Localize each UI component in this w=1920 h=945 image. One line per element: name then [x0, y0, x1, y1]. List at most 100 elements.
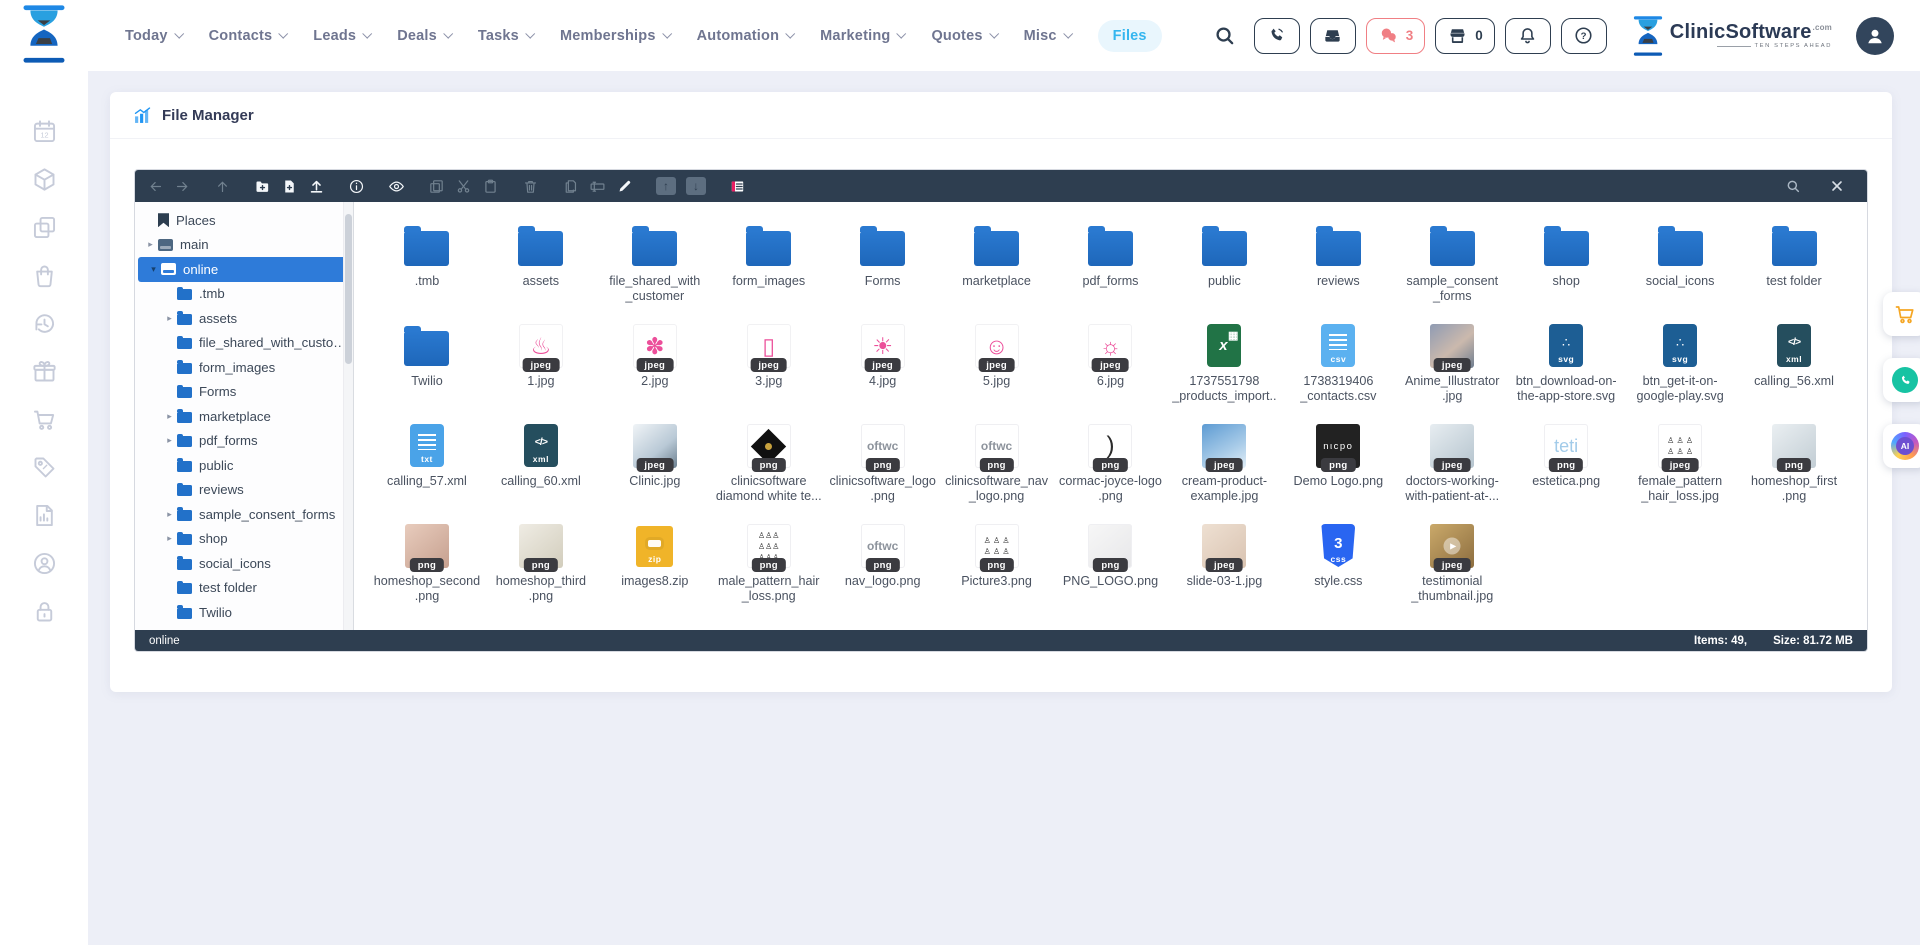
- file-item[interactable]: </>xmlcalling_60.xml: [484, 410, 598, 507]
- toolbar-back-button[interactable]: [147, 178, 164, 195]
- file-item[interactable]: zipimages8.zip: [598, 510, 712, 607]
- nav-item-memberships[interactable]: Memberships: [560, 28, 670, 44]
- sidebar-calendar-icon[interactable]: 12: [31, 118, 58, 145]
- tree-scrollbar-thumb[interactable]: [345, 214, 352, 364]
- tree-arrow[interactable]: ▸: [162, 509, 177, 520]
- file-item[interactable]: ∴svgbtn_get-it-on- google-play.svg: [1623, 310, 1737, 407]
- nav-item-tasks[interactable]: Tasks: [478, 28, 533, 44]
- sidebar-report-icon[interactable]: [31, 502, 58, 529]
- toolbar-close-icon[interactable]: [1829, 178, 1845, 194]
- file-item[interactable]: jpegAnime_Illustrator .jpg: [1395, 310, 1509, 407]
- file-item[interactable]: ∴svgbtn_download-on- the-app-store.svg: [1509, 310, 1623, 407]
- inbox-button[interactable]: [1310, 18, 1356, 54]
- file-item[interactable]: 3cssstyle.css: [1281, 510, 1395, 607]
- file-item[interactable]: csv1738319406 _contacts.csv: [1281, 310, 1395, 407]
- toolbar-upload-button[interactable]: [308, 178, 325, 195]
- file-item[interactable]: oftwcpngclinicsoftware_logo .png: [826, 410, 940, 507]
- nav-item-leads[interactable]: Leads: [313, 28, 370, 44]
- toolbar-cut-button[interactable]: [455, 178, 472, 195]
- tree-item-assets[interactable]: ▸assets: [135, 306, 353, 331]
- file-item[interactable]: assets: [484, 210, 598, 307]
- file-item[interactable]: jpegClinic.jpg: [598, 410, 712, 507]
- search-icon[interactable]: [1213, 24, 1236, 47]
- file-item[interactable]: ♙♙♙ ♙♙♙ ♙♙♙pngmale_pattern_hair _loss.pn…: [712, 510, 826, 607]
- phone-button[interactable]: [1254, 18, 1300, 54]
- nav-item-today[interactable]: Today: [125, 28, 182, 44]
- chat-button[interactable]: 3: [1366, 18, 1426, 54]
- file-item[interactable]: ▯jpeg3.jpg: [712, 310, 826, 407]
- file-item[interactable]: tetipngestetica.png: [1509, 410, 1623, 507]
- nav-item-quotes[interactable]: Quotes: [931, 28, 996, 44]
- toolbar-edit-button[interactable]: [616, 178, 633, 195]
- sidebar-cart-icon[interactable]: [31, 406, 58, 433]
- toolbar-forward-button[interactable]: [174, 178, 191, 195]
- notifications-button[interactable]: [1505, 18, 1551, 54]
- tree-item-sample_consent_forms[interactable]: ▸sample_consent_forms: [135, 502, 353, 527]
- user-avatar[interactable]: [1856, 17, 1894, 55]
- file-item[interactable]: pnghomeshop_third .png: [484, 510, 598, 607]
- nav-item-marketing[interactable]: Marketing: [820, 28, 904, 44]
- tree-item-shop[interactable]: ▸shop: [135, 527, 353, 552]
- file-item[interactable]: .tmb: [370, 210, 484, 307]
- file-item[interactable]: shop: [1509, 210, 1623, 307]
- file-item[interactable]: jpegdoctors-working- with-patient-at-...: [1395, 410, 1509, 507]
- floating-cart-button[interactable]: [1883, 292, 1920, 336]
- nav-item-files[interactable]: Files: [1098, 20, 1162, 52]
- file-item[interactable]: pngclinicsoftware diamond white te...: [712, 410, 826, 507]
- help-button[interactable]: ?: [1561, 18, 1607, 54]
- tree-item-places[interactable]: Places: [135, 208, 353, 233]
- toolbar-delete-button[interactable]: [522, 178, 539, 195]
- file-item[interactable]: jpegcream-product- example.jpg: [1167, 410, 1281, 507]
- file-item[interactable]: nιcpopngDemo Logo.png: [1281, 410, 1395, 507]
- file-item[interactable]: pdf_forms: [1054, 210, 1168, 307]
- sidebar-account-icon[interactable]: [31, 550, 58, 577]
- tree-item-social_icons[interactable]: social_icons: [135, 551, 353, 576]
- file-item[interactable]: file_shared_with _customer: [598, 210, 712, 307]
- file-item[interactable]: jpegslide-03-1.jpg: [1167, 510, 1281, 607]
- tree-scrollbar[interactable]: [343, 202, 353, 630]
- toolbar-copy-button[interactable]: [428, 178, 445, 195]
- tree-item-reviews[interactable]: reviews: [135, 478, 353, 503]
- tree-arrow[interactable]: ▸: [162, 313, 177, 324]
- file-item[interactable]: x▦1737551798 _products_import..: [1167, 310, 1281, 407]
- brand-logo[interactable]: ClinicSoftware.com TEN STEPS AHEAD: [1633, 16, 1832, 56]
- file-item[interactable]: public: [1167, 210, 1281, 307]
- file-item[interactable]: form_images: [712, 210, 826, 307]
- file-item[interactable]: oftwcpngnav_logo.png: [826, 510, 940, 607]
- tree-arrow[interactable]: ▸: [143, 239, 158, 250]
- tree-arrow[interactable]: ▸: [162, 411, 177, 422]
- file-item[interactable]: reviews: [1281, 210, 1395, 307]
- tree-item-main[interactable]: ▸main: [135, 233, 353, 258]
- sidebar-gift-icon[interactable]: [31, 358, 58, 385]
- file-item[interactable]: ☺jpeg5.jpg: [940, 310, 1054, 407]
- sidebar-lock-icon[interactable]: [31, 598, 58, 625]
- tree-item-pdf_forms[interactable]: ▸pdf_forms: [135, 429, 353, 454]
- file-item[interactable]: ♨jpeg1.jpg: [484, 310, 598, 407]
- file-item[interactable]: pnghomeshop_first .png: [1737, 410, 1851, 507]
- nav-item-misc[interactable]: Misc: [1024, 28, 1071, 44]
- toolbar-new-file-button[interactable]: [281, 178, 298, 195]
- floating-phone-button[interactable]: [1883, 358, 1920, 402]
- file-item[interactable]: jpegtestimonial _thumbnail.jpg: [1395, 510, 1509, 607]
- nav-item-automation[interactable]: Automation: [697, 28, 794, 44]
- tree-item-file_shared_with_customer[interactable]: file_shared_with_customer: [135, 331, 353, 356]
- file-item[interactable]: test folder: [1737, 210, 1851, 307]
- store-button[interactable]: 0: [1435, 18, 1495, 54]
- tree-arrow[interactable]: ▾: [146, 264, 161, 275]
- toolbar-duplicate-button[interactable]: [562, 178, 579, 195]
- clinicsoftware-logo-icon[interactable]: [21, 5, 67, 63]
- toolbar-new-folder-button[interactable]: [254, 178, 271, 195]
- toolbar-archive-button[interactable]: ↑: [656, 177, 676, 195]
- file-item[interactable]: )pngcormac-joyce-logo .png: [1054, 410, 1168, 507]
- toolbar-rename-button[interactable]: [589, 178, 606, 195]
- file-item[interactable]: ♙ ♙ ♙ ♙ ♙ ♙jpegfemale_pattern _hair_loss…: [1623, 410, 1737, 507]
- file-item[interactable]: oftwcpngclinicsoftware_nav _logo.png: [940, 410, 1054, 507]
- toolbar-view-button[interactable]: [729, 178, 746, 195]
- toolbar-search-icon[interactable]: [1785, 178, 1801, 194]
- file-item[interactable]: ☼jpeg6.jpg: [1054, 310, 1168, 407]
- file-item[interactable]: ♙ ♙ ♙ ♙ ♙ ♙pngPicture3.png: [940, 510, 1054, 607]
- file-item[interactable]: Twilio: [370, 310, 484, 407]
- file-item[interactable]: Forms: [826, 210, 940, 307]
- floating-ai-button[interactable]: AI: [1883, 424, 1920, 468]
- sidebar-history-icon[interactable]: [31, 310, 58, 337]
